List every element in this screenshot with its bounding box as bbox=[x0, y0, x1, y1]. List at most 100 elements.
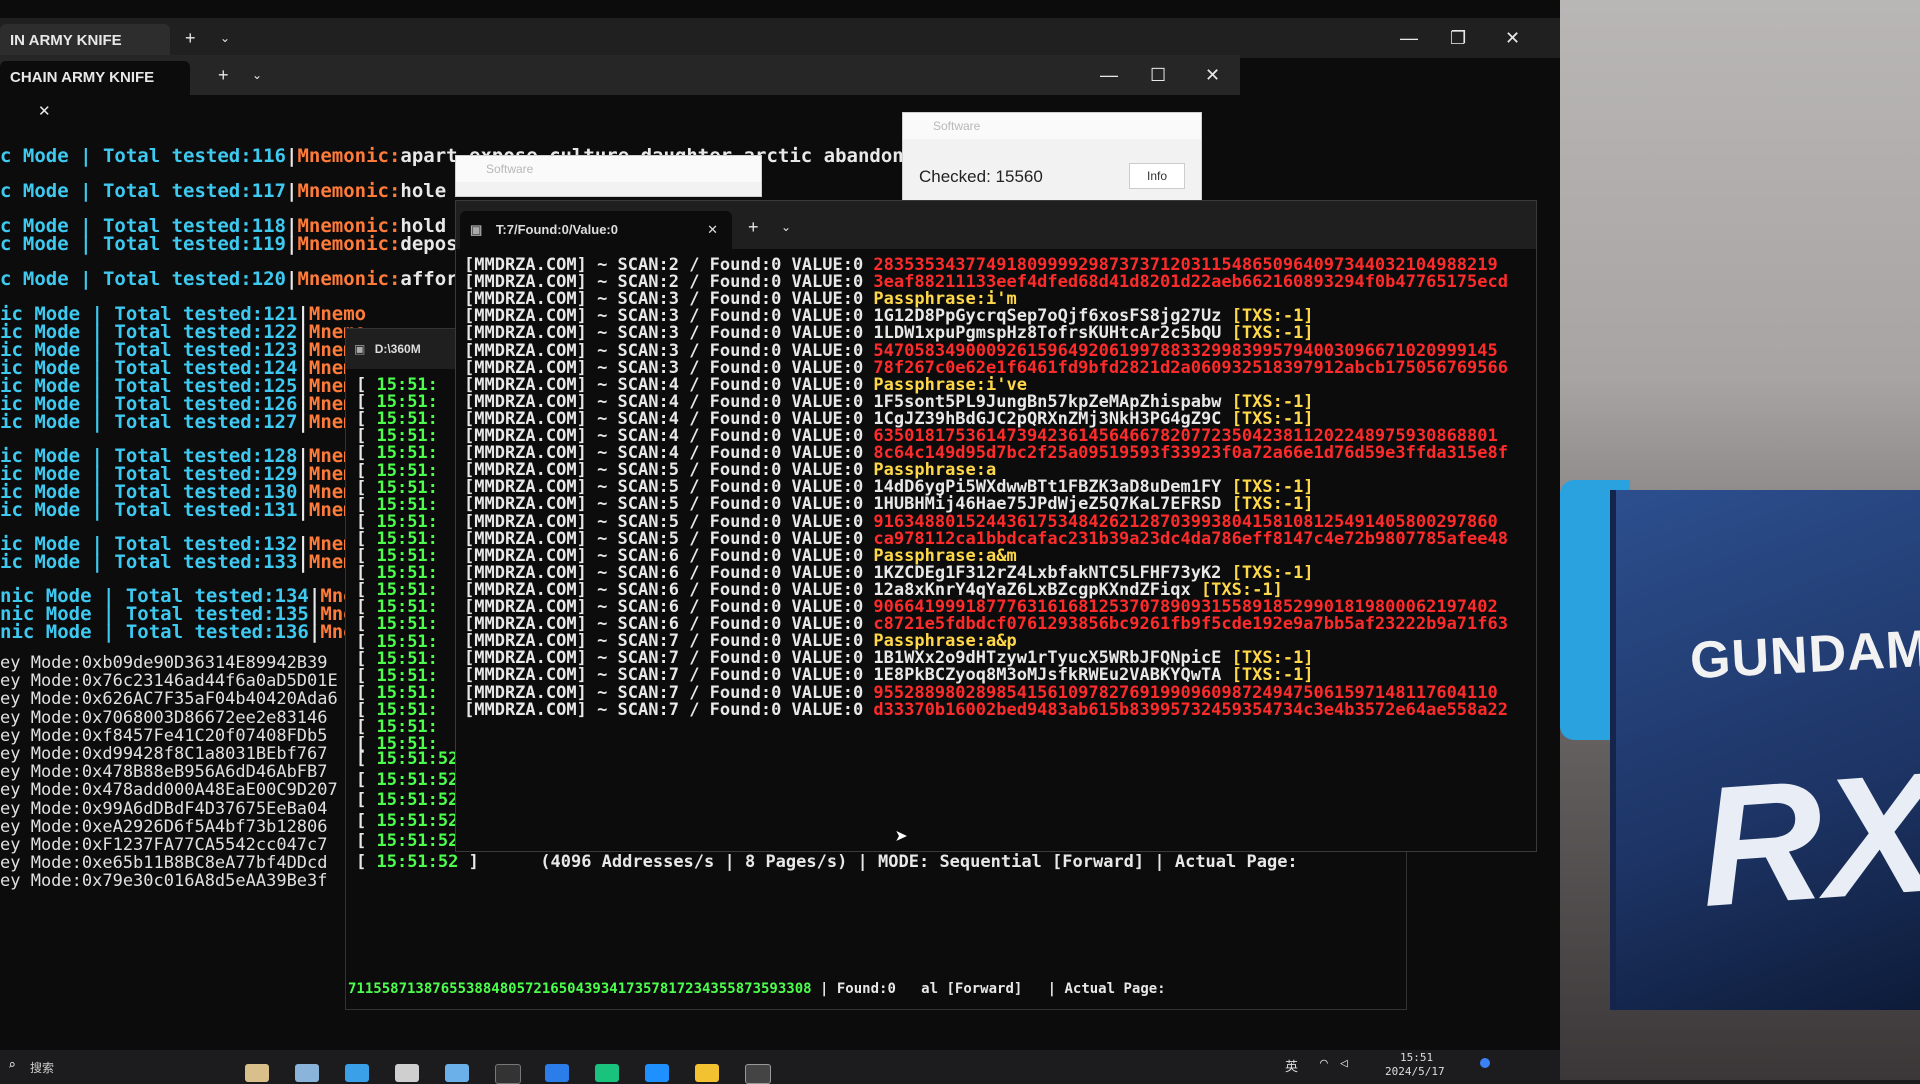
separator: | bbox=[285, 268, 298, 290]
actual-page: Actual Page: bbox=[1174, 851, 1298, 872]
app-icon[interactable] bbox=[445, 1064, 469, 1082]
clock-time[interactable]: 15:51 bbox=[1400, 1051, 1433, 1064]
mode-label: ic Mode | bbox=[0, 411, 115, 433]
total-tested: Total tested:117 bbox=[102, 180, 286, 202]
pages: 8 Pages/s) | bbox=[744, 851, 879, 872]
total-tested: Total tested:116 bbox=[102, 145, 286, 167]
close-icon[interactable]: ✕ bbox=[38, 103, 51, 120]
app-icon[interactable] bbox=[545, 1064, 569, 1082]
close-icon[interactable]: ✕ bbox=[707, 211, 718, 249]
separator: | bbox=[285, 233, 298, 255]
app-icon[interactable] bbox=[595, 1064, 619, 1082]
mode-label: c Mode | bbox=[0, 145, 103, 167]
background-logo: GUNDAM bbox=[1688, 619, 1920, 691]
total-tested: Total tested:131 bbox=[114, 499, 298, 521]
maximize-button[interactable]: ❐ bbox=[1450, 24, 1466, 52]
info-button[interactable]: Info bbox=[1129, 163, 1185, 189]
app-icon[interactable] bbox=[345, 1064, 369, 1082]
scanner-tab[interactable]: ▣ D:\360M bbox=[346, 329, 466, 369]
timestamp: 15:51:52 bbox=[376, 769, 459, 790]
value-text: d33370b16002bed9483ab615b839957324593547… bbox=[873, 699, 1508, 720]
bottom-mode: al [Forward] | bbox=[921, 981, 1065, 997]
bottom-found: | Found:0 bbox=[811, 981, 922, 997]
key-line: ey Mode:0x99A6dDBdF4D37675EeBa04 bbox=[0, 798, 328, 819]
taskbar-search[interactable]: 搜索 bbox=[30, 1059, 54, 1076]
key-line: ey Mode:0x478add000A48EaE00C9D207 bbox=[0, 780, 338, 801]
minimize-button[interactable]: — bbox=[1400, 24, 1418, 52]
new-tab-icon[interactable]: + bbox=[748, 213, 759, 241]
bracket: [ bbox=[356, 769, 377, 790]
separator: | bbox=[297, 499, 309, 521]
timestamp: 15:51:52 bbox=[376, 851, 459, 872]
front-tab-title: T:7/Found:0/Value:0 bbox=[495, 222, 618, 237]
front-line: [MMDRZA.COM] ~ SCAN:7 / Found:0 VALUE:0 … bbox=[464, 700, 1508, 720]
key-line: ey Mode:0x626AC7F35aF04b40420Ada6 bbox=[0, 689, 338, 710]
mode-label: c Mode | bbox=[0, 233, 103, 255]
mode-label: c Mode | bbox=[0, 180, 103, 202]
timestamp: 15:51:52 bbox=[376, 831, 459, 851]
taskbar: ⌕ 搜索 英 ◠ ◁ 15:51 2024/5/17 bbox=[0, 1050, 1560, 1080]
mid-line: ic Mode | Total tested:131|Mnemo bbox=[0, 499, 366, 521]
key-line: ey Mode:0xeA2926D6f5A4bf73b12806 bbox=[0, 816, 328, 837]
rate: (4096 Addresses/s | bbox=[540, 851, 745, 872]
mid-tab-title: CHAIN ARMY KNIFE bbox=[10, 69, 155, 86]
notification-icon[interactable] bbox=[1480, 1058, 1490, 1068]
front-terminal-window: ▣ T:7/Found:0/Value:0 ✕ + ⌄ [MMDRZA.COM]… bbox=[455, 200, 1537, 852]
mid-line: nic Mode | Total tested:136|Mnemo bbox=[0, 621, 378, 643]
new-tab-icon[interactable]: + bbox=[218, 61, 229, 89]
app-icon[interactable] bbox=[645, 1064, 669, 1082]
timestamp: 15:51:52 bbox=[376, 749, 459, 769]
key-line: ey Mode:0x478B88eB956A6dD46AbFB7 bbox=[0, 762, 328, 783]
mnemonic-label: Mnemonic: bbox=[297, 145, 401, 167]
chevron-down-icon[interactable]: ⌄ bbox=[252, 61, 262, 89]
maximize-button[interactable]: ☐ bbox=[1150, 61, 1166, 89]
ime-indicator[interactable]: 英 bbox=[1285, 1056, 1298, 1075]
mid-line: c Mode | Total tested:120|Mnemonic:affor… bbox=[0, 268, 469, 290]
new-tab-icon[interactable]: + bbox=[185, 24, 196, 52]
key-line: ey Mode:0xF1237FA77CA5542cc047c7 bbox=[0, 835, 328, 855]
total-tested: Total tested:120 bbox=[102, 268, 286, 290]
mouse-cursor-icon: ➤ bbox=[895, 825, 909, 850]
prefix: [MMDRZA.COM] bbox=[464, 699, 598, 720]
close-button[interactable]: ✕ bbox=[1205, 61, 1220, 89]
terminal-icon[interactable] bbox=[745, 1064, 771, 1084]
software-dialog-checked[interactable]: Software Checked: 15560 Info bbox=[902, 112, 1202, 204]
mid-tabbar: CHAIN ARMY KNIFE ✕ + ⌄ — ☐ ✕ bbox=[0, 55, 1240, 120]
app-icon[interactable] bbox=[295, 1064, 319, 1082]
app-icon[interactable] bbox=[495, 1064, 521, 1084]
back-tab[interactable]: IN ARMY KNIFE ✕ bbox=[0, 24, 170, 83]
mode-label: ic Mode | bbox=[0, 551, 115, 573]
software-dialog-small[interactable]: Software bbox=[455, 155, 762, 197]
minimize-button[interactable]: — bbox=[1100, 61, 1118, 89]
bracket: [ bbox=[356, 749, 377, 769]
mode-label: ic Mode | bbox=[0, 499, 115, 521]
chevron-down-icon[interactable]: ⌄ bbox=[220, 24, 230, 52]
app-icon[interactable] bbox=[395, 1064, 419, 1082]
app-icon[interactable] bbox=[245, 1064, 269, 1082]
chevron-down-icon[interactable]: ⌄ bbox=[781, 213, 791, 241]
scan-label: ~ SCAN:7 bbox=[597, 699, 690, 720]
monitor-screen: IN ARMY KNIFE ✕ + ⌄ — ❐ ✕ CHAIN ARMY KNI… bbox=[0, 0, 1560, 1060]
back-tab-title: IN ARMY KNIFE bbox=[10, 32, 122, 49]
dialog-title: Software bbox=[456, 156, 761, 182]
bracket: [ bbox=[356, 851, 377, 872]
folder-icon[interactable] bbox=[695, 1064, 719, 1082]
separator: | bbox=[285, 180, 298, 202]
bottom-page: Actual Page: bbox=[1064, 981, 1166, 997]
bottom-number: 7115587138765538848057216504393417357817… bbox=[348, 981, 812, 997]
back-tabbar: IN ARMY KNIFE ✕ + ⌄ — ❐ ✕ bbox=[0, 18, 1560, 83]
key-line: ey Mode:0x7068003D86672ee2e83146 bbox=[0, 707, 328, 728]
clock-date[interactable]: 2024/5/17 bbox=[1385, 1065, 1445, 1078]
mnemonic-label: Mnemonic: bbox=[297, 180, 401, 202]
mid-line: ic Mode | Total tested:127|Mnemo bbox=[0, 411, 366, 433]
mid-tab[interactable]: CHAIN ARMY KNIFE ✕ bbox=[0, 61, 190, 120]
separator: | bbox=[285, 145, 298, 167]
total-tested: Total tested:133 bbox=[114, 551, 298, 573]
close-button[interactable]: ✕ bbox=[1505, 24, 1520, 52]
wifi-icon[interactable]: ◠ bbox=[1320, 1056, 1328, 1071]
volume-icon[interactable]: ◁ bbox=[1340, 1056, 1348, 1071]
mode-label: nic Mode | bbox=[0, 621, 126, 643]
timestamp: 15:51:52 bbox=[376, 810, 459, 831]
front-tab[interactable]: ▣ T:7/Found:0/Value:0 ✕ bbox=[460, 211, 732, 249]
search-icon[interactable]: ⌕ bbox=[8, 1058, 16, 1073]
